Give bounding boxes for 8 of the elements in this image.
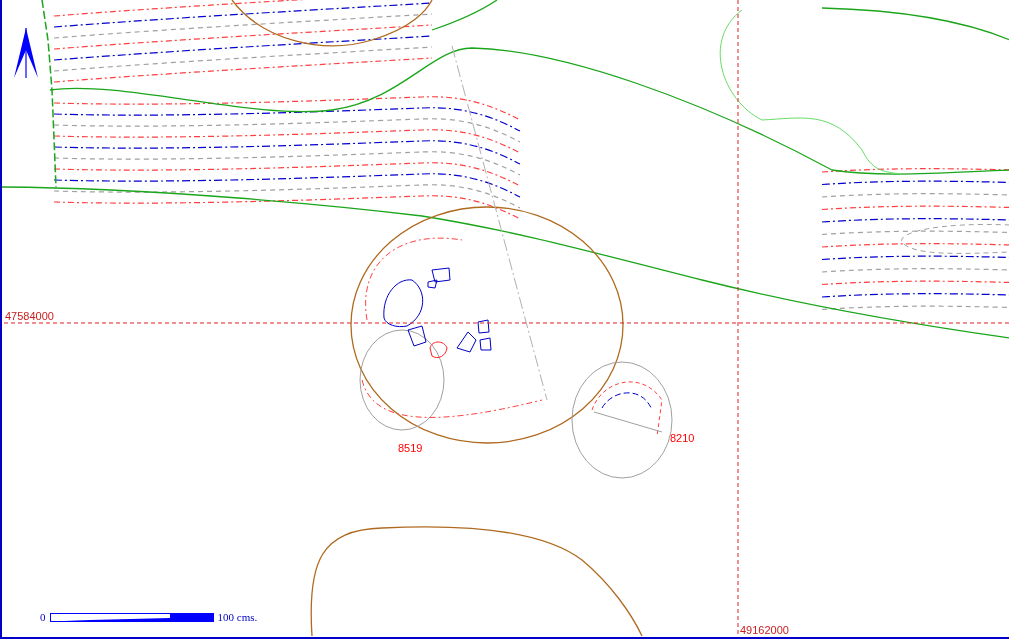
scale-start-label: 0 xyxy=(40,611,46,623)
grid-coordinate-label: 47584000 xyxy=(5,310,54,322)
north-arrow-icon xyxy=(14,27,38,79)
feature-number-label: 8210 xyxy=(670,432,695,444)
feature-number-label: 8519 xyxy=(398,442,423,454)
scale-bar-icon xyxy=(49,612,214,622)
grid-coordinate-label: 49162000 xyxy=(740,624,789,636)
scale-end-label: 100 cms. xyxy=(217,611,258,623)
